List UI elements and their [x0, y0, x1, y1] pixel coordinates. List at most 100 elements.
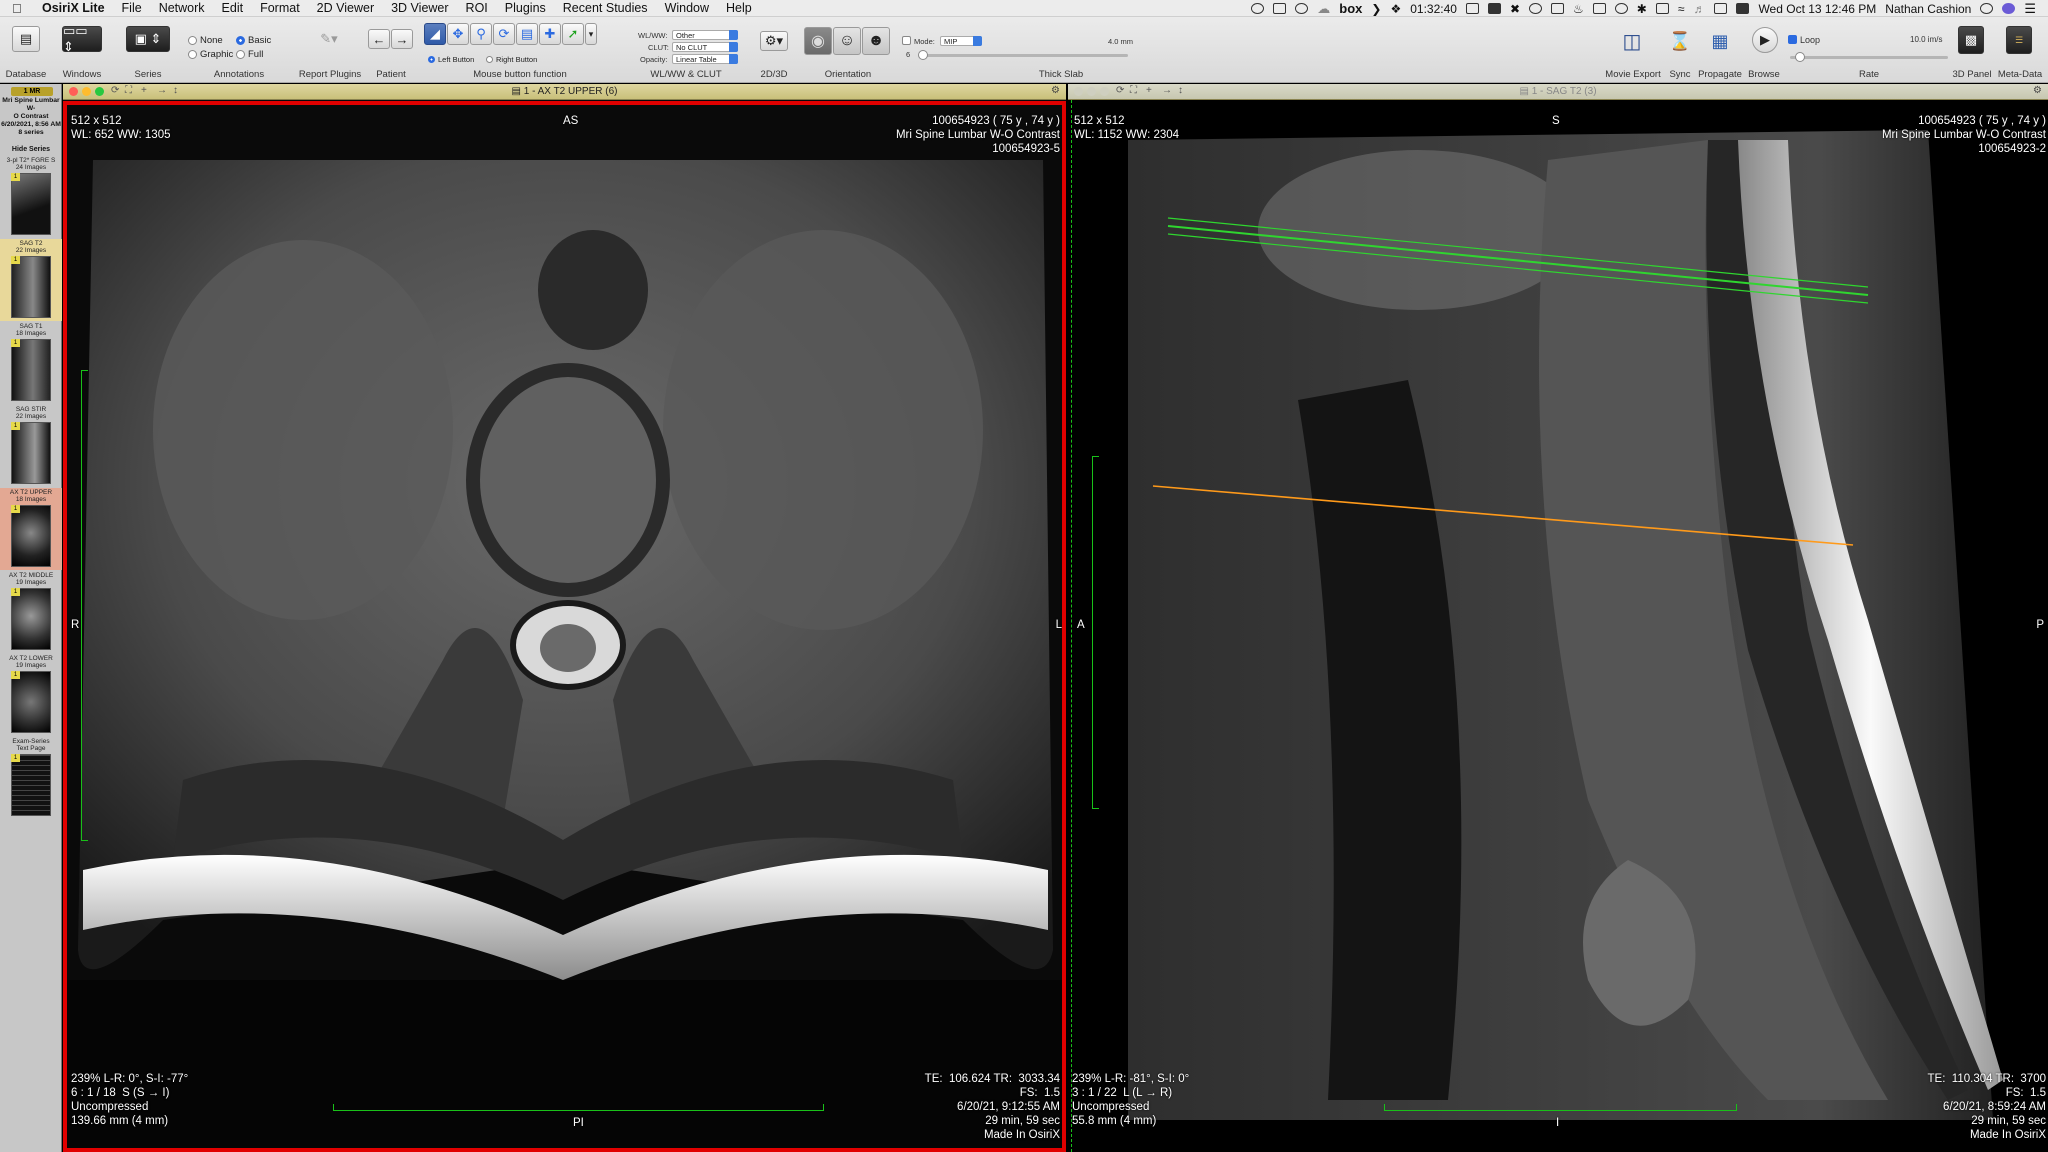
zoom-tool-button[interactable]: ⚲ [470, 23, 492, 45]
previous-patient-button[interactable]: ← [368, 29, 390, 49]
loop-checkbox[interactable] [1788, 35, 1797, 44]
sync-button[interactable]: ⌛ [1668, 27, 1692, 55]
siri-icon[interactable] [2002, 3, 2016, 14]
series-thumbnail[interactable] [11, 588, 51, 650]
annotation-full-radio[interactable]: Full [236, 49, 263, 60]
annotation-none-radio[interactable]: None [188, 35, 223, 46]
windows-button[interactable]: ▭▭ ⇕ [62, 23, 102, 54]
series-item[interactable]: AX T2 LOWER 19 Images 1 [0, 654, 62, 736]
slab-mode-select[interactable]: MIP [940, 36, 982, 46]
bookmark-icon[interactable] [1273, 3, 1287, 14]
series-button[interactable]: ▣ ⇕ [126, 26, 170, 52]
menu-window[interactable]: Window [665, 1, 709, 15]
roi-tool-button[interactable]: ➚ [562, 23, 584, 45]
hide-series-button[interactable]: Hide Series [0, 146, 62, 153]
menu-roi[interactable]: ROI [466, 1, 488, 15]
menu-plugins[interactable]: Plugins [505, 1, 546, 15]
right-button-radio[interactable]: Right Button [486, 55, 537, 64]
play-button[interactable]: ▶ [1752, 27, 1778, 53]
bluetooth-icon[interactable]: ✱ [1637, 2, 1647, 16]
menu-edit[interactable]: Edit [222, 1, 244, 15]
dropbox-icon[interactable]: ❖ [1390, 2, 1401, 16]
wlww-select[interactable]: Other [672, 30, 738, 40]
document-icon[interactable] [1551, 3, 1565, 14]
menu-3d-viewer[interactable]: 3D Viewer [391, 1, 448, 15]
chevron-right-icon[interactable]: ❯ [1371, 2, 1381, 16]
flame-icon[interactable]: ♨ [1573, 2, 1584, 16]
viewer-axial[interactable]: ⟳ ⛶ + → ↕ ▤ 1 - AX T2 UPPER (6) ⚙ 512 x … [63, 84, 1066, 1152]
series-item[interactable]: SAG STIR 22 Images 1 [0, 405, 62, 487]
propagate-button[interactable]: ▦ [1706, 27, 1734, 55]
wlww-tool-button[interactable]: ◢ [424, 23, 446, 45]
series-item[interactable]: Exam-Series Text Page 1 [0, 737, 62, 819]
display-icon[interactable] [1655, 3, 1669, 14]
menu-network[interactable]: Network [159, 1, 205, 15]
rate-slider-track[interactable] [1790, 56, 1948, 59]
wifi-icon[interactable]: ≈ [1678, 2, 1685, 16]
clock-text[interactable]: Wed Oct 13 12:46 PM [1758, 2, 1876, 16]
control-center-icon[interactable]: ☰ [2024, 1, 2036, 17]
time-machine-icon[interactable] [1614, 3, 1628, 14]
2d3d-button[interactable]: ⚙▾ [760, 31, 788, 51]
database-button[interactable]: ▤ [12, 26, 40, 52]
slab-slider-knob[interactable] [918, 50, 928, 60]
series-thumbnail[interactable] [11, 505, 51, 567]
series-thumbnail[interactable] [11, 422, 51, 484]
series-thumbnail[interactable] [11, 339, 51, 401]
box-status-label[interactable]: box [1339, 1, 1362, 16]
roi-tool-menu-button[interactable]: ▾ [585, 23, 597, 45]
rotate-tool-button[interactable]: ⟳ [493, 23, 515, 45]
coronal-orientation-button[interactable]: ☺ [833, 27, 861, 55]
sagittal-image-area[interactable]: 512 x 512 WL: 1152 WW: 2304 100654923 ( … [1068, 100, 2048, 1152]
annotation-basic-radio[interactable]: Basic [236, 35, 271, 46]
menu-help[interactable]: Help [726, 1, 752, 15]
movie-export-button[interactable]: ◫ [1618, 27, 1646, 55]
close-x-icon[interactable]: ✖ [1510, 2, 1520, 16]
settings-icon[interactable] [1529, 3, 1543, 14]
thick-slab-checkbox[interactable] [902, 36, 911, 45]
user-name[interactable]: Nathan Cashion [1885, 2, 1971, 16]
opacity-select[interactable]: Linear Table [672, 54, 738, 64]
series-thumbnail[interactable] [11, 256, 51, 318]
viewer-gear-icon[interactable]: ⚙ [2033, 85, 2042, 96]
viewer-sagittal[interactable]: ⟳ ⛶ + → ↕ ▤ 1 - SAG T2 (3) ⚙ 512 x 512 W… [1068, 84, 2048, 1152]
crosshair-tool-button[interactable]: ✚ [539, 23, 561, 45]
scroll-tool-button[interactable]: ▤ [516, 23, 538, 45]
cloud-icon[interactable]: ☁ [1317, 1, 1330, 17]
left-button-radio[interactable]: Left Button [428, 55, 474, 64]
series-thumbnail[interactable] [11, 671, 51, 733]
menu-2d-viewer[interactable]: 2D Viewer [317, 1, 374, 15]
sagittal-orientation-button[interactable]: ☻ [862, 27, 890, 55]
pan-tool-button[interactable]: ✥ [447, 23, 469, 45]
apple-menu-icon[interactable]:  [12, 1, 32, 16]
series-item[interactable]: 3-pl T2* FGRE S 24 Images 1 [0, 156, 62, 238]
camera-icon[interactable] [1465, 3, 1479, 14]
series-thumbnail[interactable] [11, 754, 51, 816]
menu-format[interactable]: Format [260, 1, 300, 15]
keyboard-icon[interactable] [1736, 3, 1750, 14]
series-item[interactable]: SAG T2 22 Images 1 [0, 239, 62, 321]
series-item[interactable]: SAG T1 18 Images 1 [0, 322, 62, 404]
airplay-icon[interactable] [1714, 3, 1728, 14]
menu-file[interactable]: File [122, 1, 142, 15]
3d-panel-button[interactable]: ▩ [1958, 26, 1984, 54]
series-item[interactable]: AX T2 MIDDLE 19 Images 1 [0, 571, 62, 653]
axial-orientation-button[interactable]: ◉ [804, 27, 832, 55]
menu-app-name[interactable]: OsiriX Lite [42, 1, 105, 15]
menu-recent-studies[interactable]: Recent Studies [563, 1, 648, 15]
volume-icon[interactable]: ♬ [1693, 2, 1705, 16]
grid-icon[interactable] [1487, 3, 1501, 14]
printer-icon[interactable] [1592, 3, 1606, 14]
annotation-graphic-radio[interactable]: Graphic [188, 49, 233, 60]
viewer-gear-icon[interactable]: ⚙ [1051, 85, 1060, 96]
meta-data-button[interactable]: ☰ [2006, 26, 2032, 54]
rate-slider-knob[interactable] [1795, 52, 1805, 62]
next-patient-button[interactable]: → [391, 29, 413, 49]
axial-image-area[interactable]: 512 x 512 WL: 652 WW: 1305 100654923 ( 7… [63, 100, 1066, 1152]
report-plugins-button[interactable]: ✎▾ [314, 27, 344, 51]
clut-select[interactable]: No CLUT [672, 42, 738, 52]
location-icon[interactable] [1251, 3, 1265, 14]
series-item[interactable]: AX T2 UPPER 18 Images 1 [0, 488, 62, 570]
study-modality-badge[interactable]: 1 MR [11, 87, 53, 96]
globe-icon[interactable] [1295, 3, 1309, 14]
